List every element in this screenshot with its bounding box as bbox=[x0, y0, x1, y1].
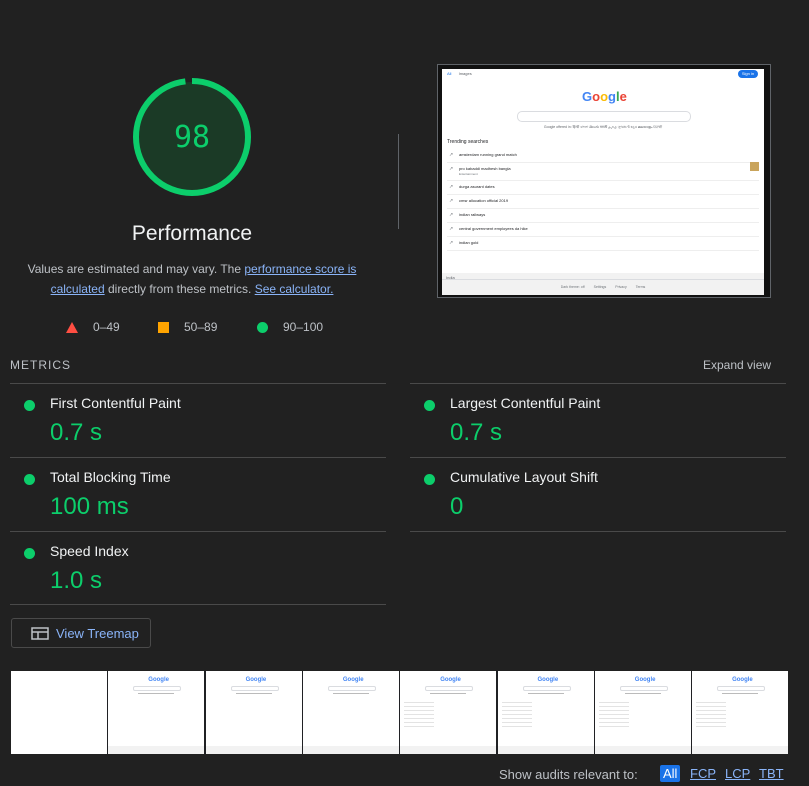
metric-name: Speed Index bbox=[50, 543, 129, 559]
preview-nav-images: Images bbox=[458, 71, 472, 76]
preview-thumbnail bbox=[750, 162, 759, 171]
filmstrip-frame: Google bbox=[400, 671, 497, 754]
category-title: Performance bbox=[131, 222, 253, 245]
pass-circle-icon bbox=[24, 474, 35, 485]
divider bbox=[398, 134, 399, 229]
view-treemap-label: View Treemap bbox=[56, 625, 139, 641]
preview-footer-links: Dark theme: off Settings Privacy Terms bbox=[442, 285, 764, 289]
filmstrip-frame: Google bbox=[594, 671, 691, 754]
see-calculator-link[interactable]: See calculator. bbox=[255, 282, 334, 296]
preview-offered-in: Google offered in: हिन्दी বাংলা తెలుగు म… bbox=[543, 125, 663, 129]
metric-cumulative-layout-shift: Cumulative Layout Shift 0 bbox=[410, 457, 786, 532]
preview-trending-list: ↗ amsterdam running grand match ↗ pro kabad… bbox=[447, 149, 759, 251]
legend-average-label: 50–89 bbox=[184, 320, 218, 334]
trend-arrow-icon: ↗ bbox=[449, 166, 454, 172]
metric-first-contentful-paint: First Contentful Paint 0.7 s bbox=[10, 383, 386, 457]
trend-arrow-icon: ↗ bbox=[449, 226, 454, 232]
trend-arrow-icon: ↗ bbox=[449, 240, 454, 246]
filmstrip-frame bbox=[11, 671, 107, 754]
preview-trending-item: ↗ indian railways bbox=[447, 209, 759, 223]
trend-arrow-icon: ↗ bbox=[449, 212, 454, 218]
average-square-icon bbox=[158, 321, 169, 333]
preview-footer-privacy: Privacy bbox=[615, 285, 627, 289]
treemap-icon bbox=[31, 626, 49, 640]
pass-circle-icon bbox=[424, 474, 435, 485]
trend-arrow-icon: ↗ bbox=[449, 184, 454, 190]
legend-average: 50–89 bbox=[158, 319, 217, 335]
pass-circle-icon bbox=[424, 400, 435, 411]
preview-search-box bbox=[517, 111, 691, 122]
metric-name: Largest Contentful Paint bbox=[450, 395, 601, 411]
preview-trending-item: ↗ durga asurant dates bbox=[447, 181, 759, 195]
preview-footer: India Dark theme: off Settings Privacy T… bbox=[442, 273, 764, 295]
filmstrip-frame: Google bbox=[205, 671, 302, 754]
trend-text: central government employees da hike bbox=[459, 226, 528, 231]
metric-name: First Contentful Paint bbox=[50, 395, 181, 411]
description-prefix: Values are estimated and may vary. The bbox=[27, 262, 245, 276]
trend-text: cmsr allocation official 2019 bbox=[459, 198, 509, 203]
filter-chip-lcp[interactable]: LCP bbox=[725, 766, 750, 781]
pass-circle-icon bbox=[257, 321, 268, 333]
legend-pass: 90–100 bbox=[257, 319, 323, 335]
pass-circle-icon bbox=[24, 548, 35, 559]
metric-value: 1.0 s bbox=[50, 567, 103, 594]
metric-name: Cumulative Layout Shift bbox=[450, 469, 598, 485]
preview-trending-item: ↗ cmsr allocation official 2019 bbox=[447, 195, 759, 209]
filmstrip: Google Google Google Google Google Google Goog… bbox=[11, 671, 789, 754]
trend-text: pro kabaddi madhesh bangla bbox=[459, 166, 511, 171]
performance-score: 98 bbox=[173, 119, 211, 155]
metric-value: 0 bbox=[450, 493, 464, 520]
preview-trending-item: ↗ central government employees da hike bbox=[447, 223, 759, 237]
filter-chip-fcp[interactable]: FCP bbox=[690, 766, 716, 781]
trend-arrow-icon: ↗ bbox=[449, 152, 454, 158]
metric-value: 0.7 s bbox=[50, 419, 103, 446]
metric-total-blocking-time: Total Blocking Time 100 ms bbox=[10, 457, 386, 531]
metric-name: Total Blocking Time bbox=[50, 469, 171, 485]
metric-speed-index: Speed Index 1.0 s bbox=[10, 531, 386, 605]
view-treemap-button[interactable]: View Treemap bbox=[11, 618, 151, 648]
preview-trending-item: ↗ indian gold bbox=[447, 237, 759, 251]
pass-circle-icon bbox=[24, 400, 35, 411]
legend-fail: 0–49 bbox=[66, 319, 120, 335]
preview-trending-item: ↗ pro kabaddi madhesh bangla Entertainment bbox=[447, 163, 759, 181]
trend-text: amsterdam running grand match bbox=[459, 152, 517, 157]
preview-sign-in: Sign in bbox=[738, 70, 758, 78]
trend-text: indian gold bbox=[459, 240, 479, 245]
filmstrip-frame: Google bbox=[108, 671, 205, 754]
metrics-bottom-divider bbox=[10, 604, 386, 605]
expand-view-toggle[interactable]: Expand view bbox=[703, 358, 771, 372]
preview-footer-terms: Terms bbox=[635, 285, 646, 289]
filmstrip-frame: Google bbox=[692, 671, 789, 754]
score-description: Values are estimated and may vary. The p… bbox=[14, 259, 370, 299]
trend-arrow-icon: ↗ bbox=[449, 198, 454, 204]
metrics-heading: METRICS bbox=[10, 358, 71, 372]
audits-filter-label: Show audits relevant to: bbox=[499, 767, 638, 782]
filmstrip-frame: Google bbox=[302, 671, 399, 754]
description-middle: directly from these metrics. bbox=[104, 282, 255, 296]
legend-fail-label: 0–49 bbox=[93, 320, 120, 334]
final-screenshot[interactable]: All Images Sign in Google Google offered… bbox=[437, 64, 771, 298]
google-page-preview: All Images Sign in Google Google offered… bbox=[442, 69, 764, 295]
trend-subtext: Entertainment bbox=[459, 172, 478, 176]
legend-pass-label: 90–100 bbox=[283, 320, 324, 334]
filter-chip-all[interactable]: All bbox=[660, 765, 681, 782]
metric-largest-contentful-paint: Largest Contentful Paint 0.7 s bbox=[410, 383, 786, 457]
preview-nav: All Images bbox=[447, 71, 472, 76]
preview-footer-dark: Dark theme: off bbox=[560, 285, 585, 289]
preview-trending-item: ↗ amsterdam running grand match bbox=[447, 149, 759, 163]
preview-trending-title: Trending searches bbox=[447, 139, 489, 145]
trend-text: indian railways bbox=[459, 212, 486, 217]
google-logo: Google bbox=[582, 89, 627, 104]
filmstrip-frame: Google bbox=[497, 671, 594, 754]
metric-value: 100 ms bbox=[50, 493, 129, 520]
filter-chip-tbt[interactable]: TBT bbox=[759, 766, 784, 781]
metric-value: 0.7 s bbox=[450, 419, 503, 446]
trend-text: durga asurant dates bbox=[459, 184, 495, 189]
preview-nav-all: All bbox=[447, 71, 452, 76]
preview-footer-settings: Settings bbox=[593, 285, 607, 289]
fail-triangle-icon bbox=[66, 321, 78, 333]
